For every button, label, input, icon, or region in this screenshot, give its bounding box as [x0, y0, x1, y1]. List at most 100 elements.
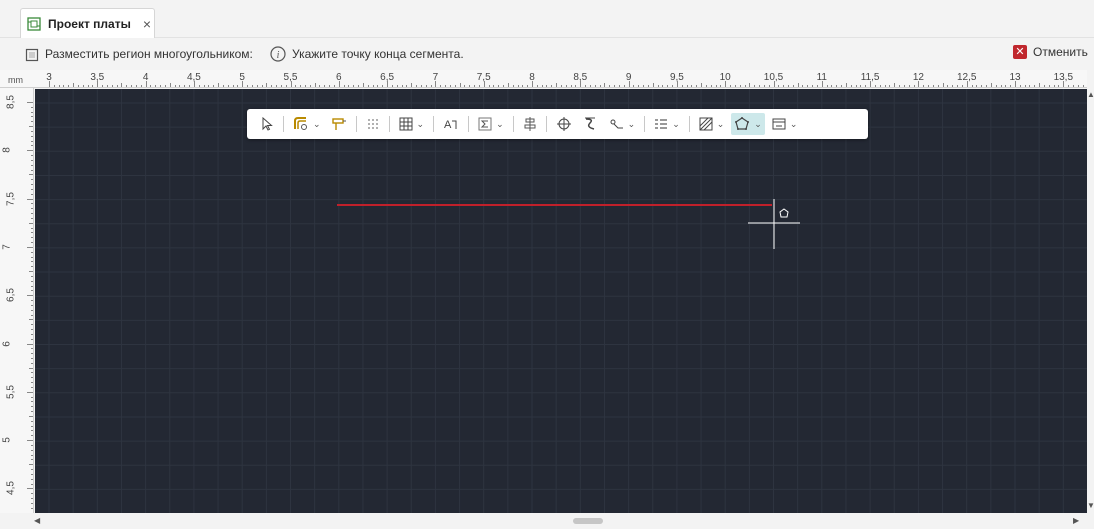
ruler-tick: [169, 83, 171, 87]
ruler-tick: [97, 81, 99, 87]
ruler-tick: [116, 85, 118, 87]
ruler-tick: [401, 85, 403, 87]
ruler-tick: [454, 85, 456, 87]
ruler-tick: [31, 251, 33, 253]
measure-icon[interactable]: ⌄: [605, 113, 639, 135]
ruler-tick: [565, 85, 567, 87]
ruler-tick: [309, 85, 311, 87]
svg-text:A: A: [444, 119, 452, 131]
ruler-tick: [348, 85, 350, 87]
ruler-tick: [865, 85, 867, 87]
ruler-tick: [870, 81, 872, 87]
ruler-tick: [31, 261, 33, 263]
ruler-tick: [995, 85, 997, 87]
select-icon[interactable]: [257, 113, 277, 135]
toolbar-divider: [512, 116, 514, 132]
chevron-down-icon: ⌄: [416, 118, 425, 129]
ruler-tick: [49, 81, 50, 87]
scroll-down-icon[interactable]: ▼: [1087, 501, 1094, 510]
drawing-canvas[interactable]: [35, 89, 1087, 513]
ruler-tick: [31, 483, 33, 485]
ruler-tick: [31, 309, 33, 311]
table-icon[interactable]: ⌄: [396, 113, 428, 135]
route-icon[interactable]: ⌄: [290, 113, 324, 135]
ruler-tick: [314, 83, 316, 87]
toolbar-divider: [283, 116, 284, 132]
ruler-tick: [304, 85, 306, 87]
tab-board-project[interactable]: Проект платы ×: [20, 8, 155, 38]
ruler-tick: [203, 85, 205, 87]
ruler-tick: [580, 81, 582, 87]
vertical-scrollbar[interactable]: ▲ ▼: [1087, 88, 1094, 513]
ruler-tick: [208, 85, 210, 87]
ruler-tick: [92, 85, 94, 87]
pin-icon[interactable]: [328, 113, 350, 135]
layers-icon[interactable]: ⌄: [651, 113, 683, 135]
component-icon[interactable]: ⌄: [769, 113, 801, 135]
scroll-right-icon[interactable]: ▶: [1073, 516, 1079, 525]
text-icon[interactable]: A: [440, 113, 462, 135]
ruler-tick: [285, 85, 287, 87]
ruler-v-label: 8,5: [5, 95, 17, 109]
ruler-tick: [406, 85, 408, 87]
chevron-down-icon: ⌄: [496, 118, 504, 129]
chevron-down-icon: ⌄: [627, 118, 636, 129]
spiral-icon[interactable]: [579, 113, 601, 135]
horizontal-scroll-thumb[interactable]: [573, 518, 603, 524]
ruler-tick: [522, 85, 524, 87]
ruler-tick: [541, 85, 543, 87]
ruler-tick: [391, 85, 393, 87]
ruler-tick: [135, 85, 137, 87]
ruler-tick: [31, 111, 33, 113]
ruler-tick: [193, 81, 195, 87]
horizontal-scrollbar[interactable]: ◀ ▶: [0, 513, 1094, 529]
sum-icon[interactable]: ⌄: [475, 113, 507, 135]
ruler-tick: [981, 85, 983, 87]
ruler-tick: [507, 83, 509, 87]
ruler-tick: [164, 85, 166, 87]
ruler-tick: [131, 85, 133, 87]
ruler-tick: [696, 85, 698, 87]
ruler-tick: [942, 83, 944, 87]
ruler-tick: [280, 85, 282, 87]
ruler-tick: [31, 401, 33, 403]
ruler-tick: [31, 411, 33, 413]
toolbar-divider: [355, 116, 357, 132]
ruler-tick: [31, 353, 33, 355]
ruler-tick: [31, 208, 33, 210]
ruler-v-label: 4,5: [5, 481, 17, 496]
ruler-tick: [710, 85, 712, 87]
scroll-left-icon[interactable]: ◀: [34, 516, 40, 525]
ruler-tick: [411, 83, 413, 87]
ruler-tick: [638, 85, 640, 87]
ruler-tick: [633, 85, 635, 87]
close-icon[interactable]: ×: [143, 16, 151, 32]
ruler-tick: [106, 85, 108, 87]
ruler-tick: [271, 85, 273, 87]
ruler-tick: [420, 85, 422, 87]
polygon-region-icon: [25, 48, 39, 62]
ruler-tick: [662, 85, 664, 87]
ruler-tick: [31, 502, 33, 504]
align-icon[interactable]: [520, 113, 540, 135]
scroll-up-icon[interactable]: ▲: [1087, 90, 1094, 99]
ruler-tick: [1048, 85, 1050, 87]
tab-bar: Проект платы ×: [0, 0, 1094, 38]
ruler-tick: [609, 85, 611, 87]
crosshair-icon[interactable]: [553, 113, 575, 135]
ruler-tick: [966, 81, 968, 87]
vertical-ruler: 8,5 8 7,5 7 6,5 6 5,5 5 4,5: [0, 88, 34, 513]
ruler-tick: [31, 493, 33, 495]
ruler-tick: [29, 126, 33, 128]
cancel-button[interactable]: ✕ Отменить: [1013, 45, 1088, 59]
hatch-icon[interactable]: ⌄: [696, 113, 728, 135]
ruler-tick: [29, 367, 33, 369]
ruler-tick: [1043, 85, 1045, 87]
ruler-v-label: 6: [1, 340, 13, 347]
ruler-tick: [31, 280, 33, 282]
ruler-tick: [338, 81, 340, 87]
polygon-icon[interactable]: ⌄: [731, 113, 765, 135]
grid-dots-icon[interactable]: [363, 113, 383, 135]
ruler-tick: [242, 81, 244, 87]
ruler-tick: [27, 295, 33, 297]
